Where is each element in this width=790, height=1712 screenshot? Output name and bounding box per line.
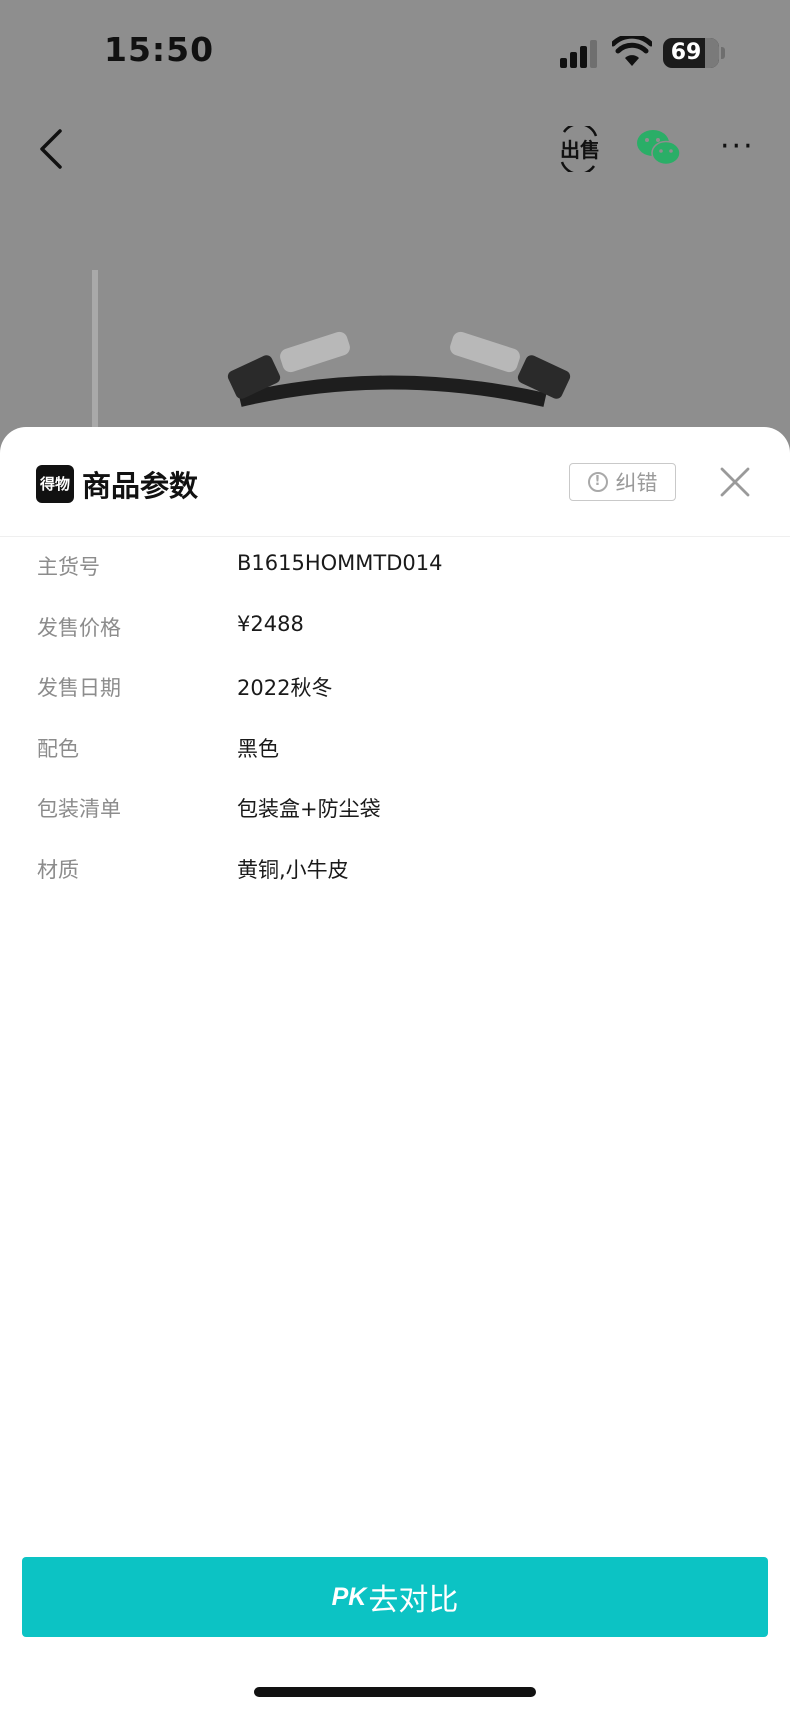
sheet-header: 得物 商品参数 ! 纠错 <box>0 427 790 537</box>
param-value: 黑色 <box>237 736 279 761</box>
param-value: B1615HOMMTD014 <box>237 551 443 575</box>
sheet-title: 商品参数 <box>82 469 199 503</box>
pk-tag: PK <box>331 1582 367 1611</box>
param-row: 材质 黄铜,小牛皮 <box>0 840 790 901</box>
report-error-button[interactable]: ! 纠错 <box>569 463 676 501</box>
param-label: 包装清单 <box>37 797 121 821</box>
param-value: 包装盒+防尘袋 <box>237 797 381 821</box>
param-row: 主货号 B1615HOMMTD014 <box>0 537 790 598</box>
sell-label: 出售 <box>560 138 600 162</box>
param-value: 黄铜,小牛皮 <box>237 857 349 882</box>
battery-icon: 69 <box>663 38 719 68</box>
status-bar: 15:50 69 <box>0 0 790 100</box>
param-label: 发售日期 <box>37 676 121 700</box>
param-row: 发售日期 2022秋冬 <box>0 658 790 719</box>
param-row: 包装清单 包装盒+防尘袋 <box>0 779 790 840</box>
pk-compare-label: 去对比 <box>368 1584 459 1617</box>
battery-level: 69 <box>670 40 702 65</box>
param-value: ¥2488 <box>237 611 304 636</box>
product-params-sheet: 得物 商品参数 ! 纠错 主货号 B1615HOMMTD014 发售价格 ¥24… <box>0 427 790 1712</box>
battery-tip <box>721 47 725 59</box>
status-time: 15:50 <box>104 30 215 69</box>
signal-icon <box>560 40 597 68</box>
product-image <box>92 270 571 430</box>
param-value: 2022秋冬 <box>237 676 333 700</box>
close-icon[interactable] <box>718 465 752 499</box>
nav-bar: 出售 ··· <box>0 110 790 190</box>
sell-icon[interactable]: 出售 <box>558 126 600 172</box>
wechat-icon[interactable] <box>636 128 682 168</box>
back-icon[interactable] <box>36 128 66 170</box>
alert-icon: ! <box>587 472 608 492</box>
param-label: 发售价格 <box>37 615 121 640</box>
param-row: 发售价格 ¥2488 <box>0 598 790 659</box>
dewu-logo: 得物 <box>36 465 74 503</box>
param-label: 配色 <box>37 736 79 761</box>
home-indicator[interactable] <box>254 1687 536 1697</box>
param-label: 材质 <box>37 857 79 882</box>
param-label: 主货号 <box>37 555 100 579</box>
param-list: 主货号 B1615HOMMTD014 发售价格 ¥2488 发售日期 2022秋… <box>0 537 790 900</box>
report-error-label: 纠错 <box>615 471 658 495</box>
more-icon[interactable]: ··· <box>720 132 760 162</box>
param-row: 配色 黑色 <box>0 719 790 780</box>
pk-compare-button[interactable]: PK 去对比 <box>22 1557 768 1637</box>
wifi-icon <box>612 36 652 66</box>
